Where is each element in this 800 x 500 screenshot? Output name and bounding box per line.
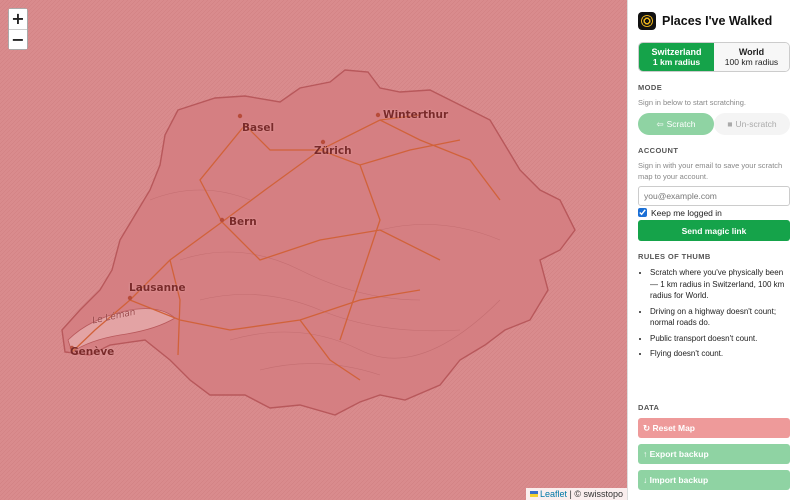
city-label-winterthur: Winterthur: [383, 109, 449, 121]
map-attribution: Leaflet | © swisstopo: [525, 488, 627, 500]
region-selector: Switzerland 1 km radius World 100 km rad…: [638, 42, 790, 72]
eraser-icon: ⇦: [656, 118, 664, 129]
scratch-label: Scratch: [666, 119, 696, 129]
data-section: DATA ↻ Reset Map ↑ Export backup ↓ Impor…: [638, 403, 790, 490]
city-label-basel: Basel: [242, 122, 275, 134]
fingerprint-logo-icon: [638, 12, 656, 30]
zoom-out-button[interactable]: −: [9, 29, 27, 49]
ukraine-flag-icon: [529, 491, 538, 497]
reset-map-label: Reset Map: [652, 422, 695, 433]
square-icon: ■: [727, 119, 733, 129]
scratch-mode-toggle: ⇦ Scratch ■ Un-scratch: [638, 113, 790, 135]
rules-list: Scratch where you've physically been — 1…: [638, 267, 790, 360]
keep-logged-in-row[interactable]: Keep me logged in: [638, 207, 790, 218]
region-name: Switzerland: [651, 47, 702, 57]
arrow-up-icon: ↑: [643, 449, 650, 459]
email-input[interactable]: [638, 186, 790, 206]
rules-heading: RULES OF THUMB: [638, 252, 711, 261]
region-radius: 100 km radius: [724, 57, 779, 67]
list-item: Public transport doesn't count.: [650, 333, 790, 345]
unscratch-button[interactable]: ■ Un-scratch: [714, 113, 790, 135]
reset-map-button[interactable]: ↻ Reset Map: [638, 418, 790, 438]
sidebar-header: Places I've Walked: [638, 10, 790, 32]
app-title: Places I've Walked: [662, 14, 773, 28]
region-name: World: [738, 47, 765, 57]
mode-heading: MODE: [638, 83, 663, 92]
region-switzerland-button[interactable]: Switzerland 1 km radius: [639, 43, 714, 71]
keep-logged-in-checkbox[interactable]: [638, 208, 647, 217]
city-label-geneve: Genève: [70, 346, 115, 358]
city-label-lausanne: Lausanne: [129, 282, 186, 294]
map-view[interactable]: + − Basel Winterthur Zürich Bern Lausann…: [0, 0, 627, 500]
sidebar: Places I've Walked Switzerland 1 km radi…: [627, 0, 800, 500]
leaflet-link[interactable]: Leaflet: [540, 489, 567, 499]
region-radius: 1 km radius: [652, 57, 701, 67]
keep-logged-in-label: Keep me logged in: [651, 207, 722, 218]
import-backup-button[interactable]: ↓ Import backup: [638, 470, 790, 490]
export-backup-label: Export backup: [649, 449, 709, 459]
region-world-button[interactable]: World 100 km radius: [714, 43, 789, 71]
map-terrain: [0, 0, 627, 500]
list-item: Flying doesn't count.: [650, 348, 790, 360]
city-label-bern: Bern: [229, 216, 257, 228]
scratch-button[interactable]: ⇦ Scratch: [638, 113, 714, 135]
send-magic-link-button[interactable]: Send magic link: [638, 220, 790, 241]
mode-hint: Sign in below to start scratching.: [638, 98, 746, 107]
list-item: Scratch where you've physically been — 1…: [650, 267, 790, 302]
export-backup-button[interactable]: ↑ Export backup: [638, 444, 790, 464]
import-backup-label: Import backup: [649, 475, 709, 485]
account-hint: Sign in with your email to save your scr…: [638, 161, 783, 181]
unscratch-label: Un-scratch: [735, 119, 777, 129]
city-label-zurich: Zürich: [314, 145, 352, 157]
zoom-control: + −: [8, 8, 28, 50]
arrow-down-icon: ↓: [643, 475, 650, 485]
data-heading: DATA: [638, 403, 660, 412]
attribution-text: | © swisstopo: [569, 489, 624, 499]
zoom-in-button[interactable]: +: [9, 9, 27, 29]
list-item: Driving on a highway doesn't count; norm…: [650, 306, 790, 329]
account-heading: ACCOUNT: [638, 146, 679, 155]
